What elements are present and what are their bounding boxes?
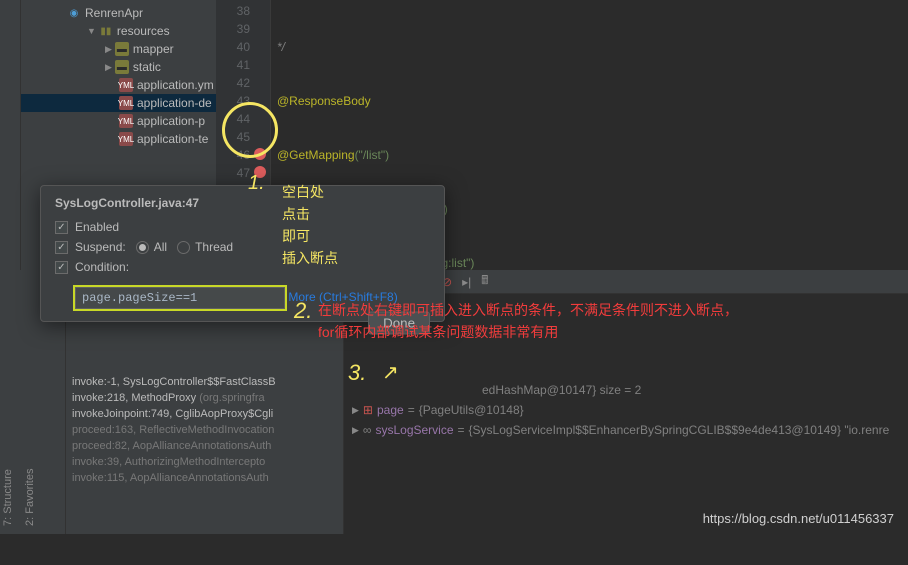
yml-icon: YML [119,78,133,92]
tree-mapper[interactable]: ▶▬ mapper [21,40,216,58]
var-value: {SysLogServiceImpl$$EnhancerBySpringCGLI… [469,423,890,437]
var-row[interactable]: edHashMap@10147} size = 2 [344,380,908,400]
tree-yml[interactable]: YML application-te [21,130,216,148]
var-value: {PageUtils@10148} [419,403,524,417]
frame-row[interactable]: invoke:218, MethodProxy (org.springfra [72,390,337,406]
frame-row[interactable]: proceed:163, ReflectiveMethodInvocation [72,422,337,438]
breakpoint-icon[interactable] [254,166,266,178]
yml-icon: YML [119,96,133,110]
label-all: All [154,240,167,254]
tree-label: mapper [133,42,174,56]
folder-icon: ▬ [115,60,129,74]
frame-row[interactable]: invoke:115, AopAllianceAnnotationsAuth [72,470,337,486]
frame-row[interactable]: invoke:39, AuthorizingMethodIntercepto [72,454,337,470]
checkbox-suspend[interactable]: ✓ [55,241,68,254]
chevron-down-icon: ▼ [87,26,96,36]
link-icon: ∞ [363,423,372,437]
object-icon: ⊞ [363,403,373,417]
line-number: 47 [216,164,250,182]
tree-label: resources [117,24,170,38]
frame-row[interactable]: invokeJoinpoint:749, CglibAopProxy$Cgli [72,406,337,422]
line-number: 41 [216,56,250,74]
radio-all[interactable] [136,241,149,254]
tree-label: static [133,60,161,74]
tree-root[interactable]: ◉ RenrenApr [21,4,216,22]
tree-label: application-te [137,132,208,146]
chevron-right-icon: ▶ [105,62,112,73]
tree-resources[interactable]: ▼▮▮ resources [21,22,216,40]
var-row[interactable]: ▶⊞page={PageUtils@10148} [344,400,908,420]
label-suspend: Suspend: [75,240,126,254]
line-number: 42 [216,74,250,92]
folder-icon: ▮▮ [99,24,113,38]
code-text: @ResponseBody [277,94,371,108]
annotation-text: 在断点处右键即可插入进入断点的条件，不满足条件则不进入断点， [318,300,738,320]
evaluate-icon[interactable]: 🖩 [481,271,488,292]
tree-label: RenrenApr [85,6,143,20]
chevron-right-icon[interactable]: ▶ [352,405,359,416]
frame-row[interactable]: proceed:82, AopAllianceAnnotationsAuth [72,438,337,454]
var-row[interactable]: ▶∞sysLogService={SysLogServiceImpl$$Enha… [344,420,908,440]
tree-label: application-p [137,114,205,128]
tree-static[interactable]: ▶▬ static [21,58,216,76]
frame-row[interactable]: invoke:-1, SysLogController$$FastClassB [72,374,337,390]
tree-yml-selected[interactable]: YML application-de [21,94,216,112]
checkbox-condition[interactable]: ✓ [55,261,68,274]
annotation-circle [222,102,278,158]
yml-icon: YML [119,114,133,128]
condition-input[interactable] [75,287,285,309]
tree-label: application.ym [137,78,214,92]
label-thread: Thread [195,240,233,254]
chevron-right-icon[interactable]: ▶ [352,425,359,436]
code-text: */ [277,40,285,54]
chevron-right-icon: ▶ [105,44,112,55]
tree-yml[interactable]: YML application-p [21,112,216,130]
tree-yml[interactable]: YML application.ym [21,76,216,94]
line-number: 40 [216,38,250,56]
line-number: 39 [216,20,250,38]
radio-thread[interactable] [177,241,190,254]
run-to-cursor-icon[interactable]: ▸| [462,275,471,289]
label-enabled: Enabled [75,220,119,234]
var-value: edHashMap@10147} size = 2 [482,383,641,397]
tree-label: application-de [137,96,212,110]
code-text: ("/list") [355,148,390,162]
var-name: page [377,403,404,417]
annotation-text: for循环内部调试某条问题数据非常有用 [318,322,558,342]
popup-title: SysLogController.java:47 [55,196,430,210]
code-text: @GetMapping [277,148,355,162]
checkbox-enabled[interactable]: ✓ [55,221,68,234]
module-icon: ◉ [67,6,81,20]
watermark: https://blog.csdn.net/u011456337 [703,511,894,526]
side-tab-structure[interactable]: 7: Structure [0,270,22,534]
folder-icon: ▬ [115,42,129,56]
var-name: sysLogService [375,423,453,437]
line-number: 38 [216,2,250,20]
yml-icon: YML [119,132,133,146]
label-condition: Condition: [75,260,129,274]
